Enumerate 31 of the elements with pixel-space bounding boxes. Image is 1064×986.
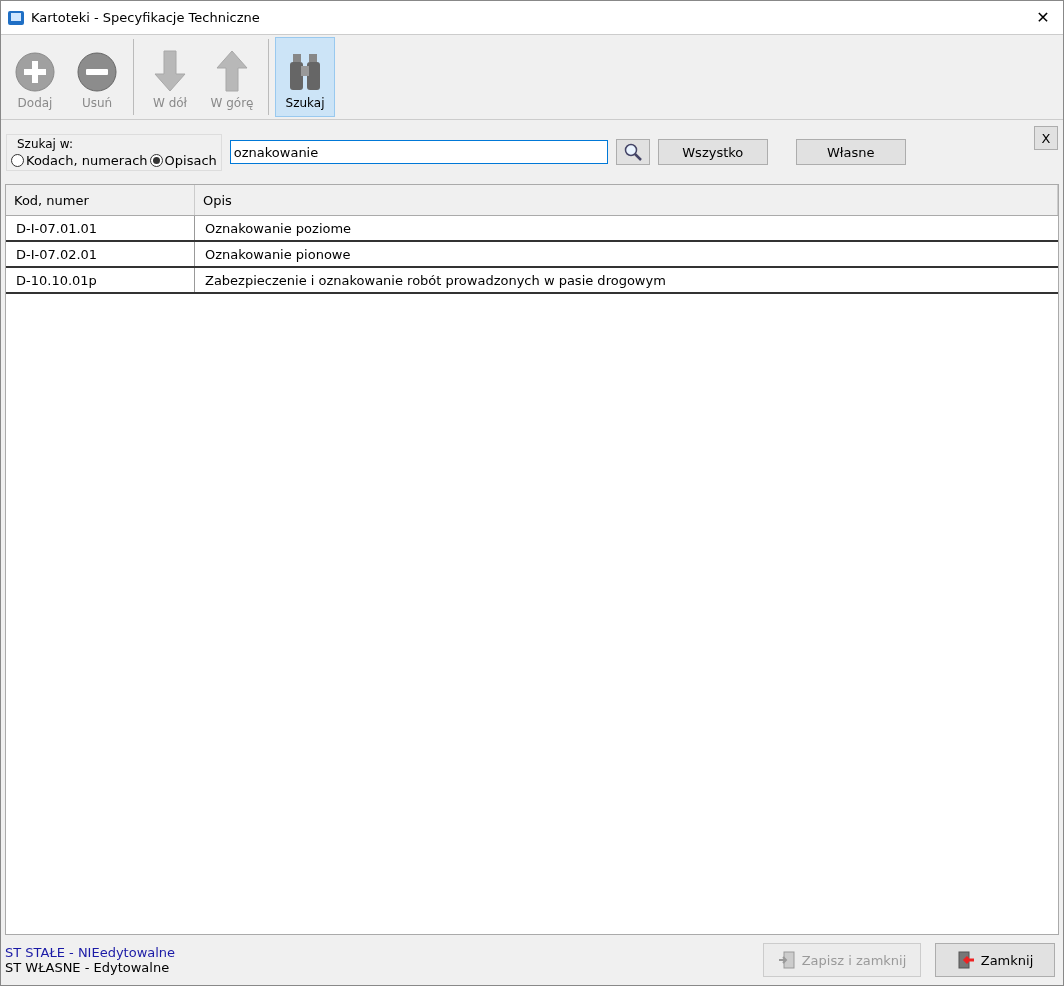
table-cell: D-10.10.01p <box>6 267 195 293</box>
binoculars-icon <box>287 52 323 92</box>
search-button[interactable] <box>615 139 650 165</box>
filter-button[interactable]: Wszystko <box>657 139 768 165</box>
group-label: Szukaj w: <box>16 136 74 151</box>
table-cell: Oznakowanie pionowe <box>194 241 1058 267</box>
toolbar-button[interactable]: Szukaj <box>275 37 335 117</box>
close-button[interactable]: Zamknij <box>935 943 1055 977</box>
column-header[interactable]: Kod, numer <box>6 185 195 216</box>
table-cell: Zabezpieczenie i oznakowanie robót prowadzonych w pasie drogowym <box>194 267 1058 293</box>
app-book-icon <box>7 8 25 27</box>
window-title: Kartoteki - Specyfikacje Techniczne <box>31 10 261 25</box>
minus-icon <box>77 52 117 92</box>
filter-button[interactable]: Własne <box>795 139 906 165</box>
arrow-up-icon <box>216 50 248 92</box>
search-icon <box>623 143 642 161</box>
table-cell: Oznakowanie poziome <box>194 215 1058 241</box>
plus-icon <box>15 52 55 92</box>
door-icon <box>777 951 796 969</box>
radio-option[interactable]: Opisach <box>149 152 217 168</box>
close-search-button[interactable]: X <box>1034 126 1058 150</box>
close-button[interactable]: ✕ <box>1023 1 1063 34</box>
legend-text: ST WŁASNE - Edytowalne <box>5 960 171 975</box>
table-cell: D-I-07.01.01 <box>6 215 195 241</box>
legend-text: ST STAŁE - NIEedytowalne <box>5 945 177 960</box>
arrow-down-icon <box>154 50 186 92</box>
exit-door-icon <box>956 951 975 969</box>
search-field[interactable]: oznakowanie <box>229 140 608 164</box>
table-cell: D-I-07.02.01 <box>6 241 195 267</box>
column-header[interactable]: Opis <box>194 185 1058 216</box>
radio-option[interactable]: Kodach, numerach <box>11 152 148 168</box>
